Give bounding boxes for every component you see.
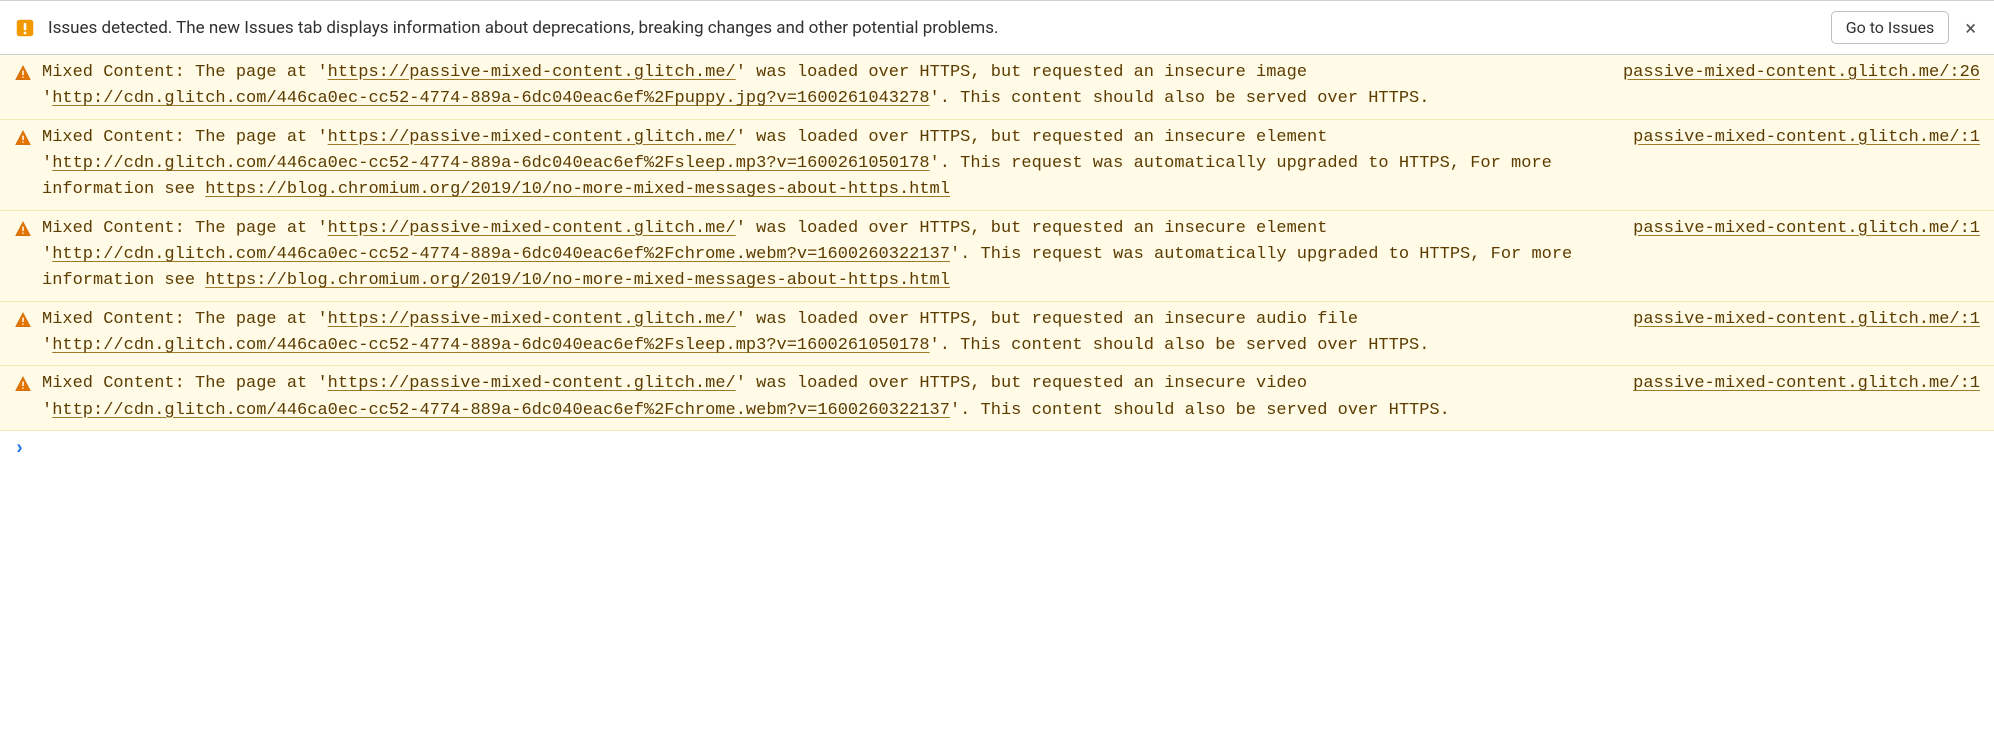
go-to-issues-button[interactable]: Go to Issues [1831,11,1950,44]
console-prompt[interactable]: › [0,431,1994,467]
prompt-caret-icon: › [14,438,25,460]
warning-icon [14,64,32,82]
link-text[interactable]: http://cdn.glitch.com/446ca0ec-cc52-4774… [52,245,950,264]
link-text[interactable]: https://passive-mixed-content.glitch.me/ [328,219,736,238]
link-text[interactable]: https://passive-mixed-content.glitch.me/ [328,374,736,393]
console-warning-row: Mixed Content: The page at 'https://pass… [0,211,1994,302]
message-source-link[interactable]: passive-mixed-content.glitch.me/:1 [1633,125,1980,151]
warning-message-text: Mixed Content: The page at 'https://pass… [42,125,1593,204]
issues-message: Issues detected. The new Issues tab disp… [48,18,1819,38]
warning-icon [14,220,32,238]
link-text[interactable]: http://cdn.glitch.com/446ca0ec-cc52-4774… [52,336,929,355]
warning-message-text: Mixed Content: The page at 'https://pass… [42,371,1593,424]
console-warning-row: Mixed Content: The page at 'https://pass… [0,120,1994,211]
message-source-link[interactable]: passive-mixed-content.glitch.me/:26 [1623,60,1980,86]
warning-message-text: Mixed Content: The page at 'https://pass… [42,216,1593,295]
warning-icon [14,311,32,329]
link-text[interactable]: https://blog.chromium.org/2019/10/no-mor… [205,271,950,290]
message-source-link[interactable]: passive-mixed-content.glitch.me/:1 [1633,216,1980,242]
console-warning-row: Mixed Content: The page at 'https://pass… [0,55,1994,120]
console-messages: Mixed Content: The page at 'https://pass… [0,55,1994,431]
warning-message-text: Mixed Content: The page at 'https://pass… [42,307,1593,360]
link-text[interactable]: https://blog.chromium.org/2019/10/no-mor… [205,180,950,199]
link-text[interactable]: http://cdn.glitch.com/446ca0ec-cc52-4774… [52,154,929,173]
link-text[interactable]: http://cdn.glitch.com/446ca0ec-cc52-4774… [52,401,950,420]
link-text[interactable]: https://passive-mixed-content.glitch.me/ [328,310,736,329]
console-warning-row: Mixed Content: The page at 'https://pass… [0,366,1994,431]
link-text[interactable]: https://passive-mixed-content.glitch.me/ [328,63,736,82]
console-warning-row: Mixed Content: The page at 'https://pass… [0,302,1994,367]
link-text[interactable]: http://cdn.glitch.com/446ca0ec-cc52-4774… [52,89,929,108]
warning-message-text: Mixed Content: The page at 'https://pass… [42,60,1583,113]
close-icon[interactable]: × [1961,18,1980,38]
warning-icon [14,375,32,393]
issues-bar: Issues detected. The new Issues tab disp… [0,0,1994,55]
link-text[interactable]: https://passive-mixed-content.glitch.me/ [328,128,736,147]
message-source-link[interactable]: passive-mixed-content.glitch.me/:1 [1633,371,1980,397]
warning-icon [14,129,32,147]
issues-icon [14,17,36,39]
message-source-link[interactable]: passive-mixed-content.glitch.me/:1 [1633,307,1980,333]
